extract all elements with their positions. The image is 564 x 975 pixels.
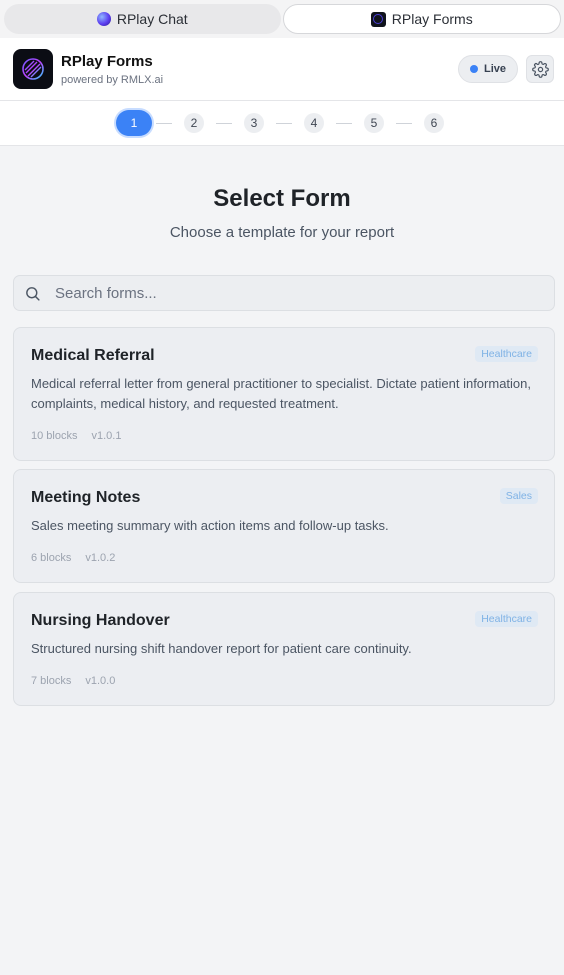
form-card-nursing-handover[interactable]: Nursing Handover Healthcare Structured n… — [13, 592, 555, 706]
progress-stepper: 1 2 3 4 5 6 — [0, 101, 564, 146]
tab-rplay-chat[interactable]: RPlay Chat — [4, 4, 281, 34]
search-icon — [26, 286, 40, 301]
settings-button[interactable] — [526, 55, 554, 83]
block-count: 6 blocks — [31, 552, 72, 564]
step-connector — [156, 123, 172, 124]
app-tab-bar: RPlay Chat RPlay Forms — [0, 0, 564, 38]
form-version: v1.0.1 — [91, 430, 122, 442]
app-title: RPlay Forms — [61, 52, 153, 70]
form-card-meeting-notes[interactable]: Meeting Notes Sales Sales meeting summar… — [13, 469, 555, 583]
app-header: RPlay Forms powered by RMLX.ai Live — [0, 38, 564, 101]
step-connector — [276, 123, 292, 124]
form-meta: 7 blocks v1.0.0 — [31, 675, 115, 687]
form-version: v1.0.2 — [85, 552, 116, 564]
live-label: Live — [483, 63, 506, 75]
form-description: Medical referral letter from general pra… — [31, 376, 531, 411]
block-count: 10 blocks — [31, 430, 78, 442]
step-4[interactable]: 4 — [304, 113, 324, 133]
page-subtitle: Choose a template for your report — [169, 224, 395, 241]
category-tag: Healthcare — [475, 346, 538, 362]
category-tag: Healthcare — [475, 611, 538, 627]
page-title: Select Form — [213, 185, 351, 212]
form-title: Medical Referral — [31, 347, 155, 364]
search-box[interactable] — [13, 275, 555, 311]
step-5[interactable]: 5 — [364, 113, 384, 133]
chat-orb-icon — [96, 12, 111, 26]
live-status-badge[interactable]: Live — [457, 55, 518, 83]
form-description: Structured nursing shift handover report… — [31, 641, 412, 656]
search-input[interactable] — [55, 284, 515, 302]
form-meta: 6 blocks v1.0.2 — [31, 552, 115, 564]
category-tag: Sales — [499, 488, 538, 504]
tab-rplay-forms[interactable]: RPlay Forms — [282, 4, 561, 34]
step-6[interactable]: 6 — [424, 113, 444, 133]
tab-label: RPlay Chat — [116, 11, 188, 27]
step-2[interactable]: 2 — [184, 113, 204, 133]
form-version: v1.0.0 — [85, 675, 116, 687]
step-3[interactable]: 3 — [244, 113, 264, 133]
step-connector — [336, 123, 352, 124]
form-meta: 10 blocks v1.0.1 — [31, 430, 121, 442]
form-title: Nursing Handover — [31, 612, 170, 629]
live-dot-icon — [469, 65, 478, 73]
tab-label: RPlay Forms — [391, 11, 473, 27]
step-1[interactable]: 1 — [116, 110, 152, 136]
gear-icon — [531, 60, 549, 78]
form-title: Meeting Notes — [31, 489, 141, 506]
forms-logo-icon — [370, 11, 386, 27]
form-description: Sales meeting summary with action items … — [31, 518, 389, 533]
app-subtitle: powered by RMLX.ai — [61, 73, 164, 86]
step-connector — [396, 123, 412, 124]
block-count: 7 blocks — [31, 675, 72, 687]
form-card-medical-referral[interactable]: Medical Referral Healthcare Medical refe… — [13, 327, 555, 461]
app-logo-icon — [13, 49, 53, 89]
step-connector — [216, 123, 232, 124]
